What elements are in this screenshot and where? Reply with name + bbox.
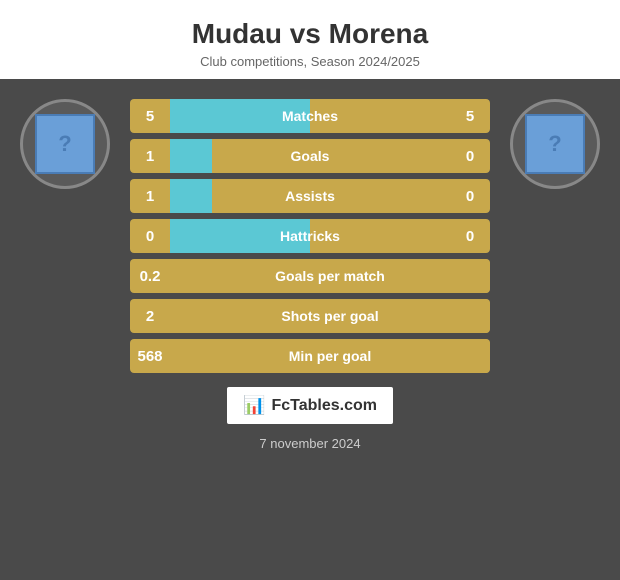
stat-bar-min_per_goal: Min per goal bbox=[170, 339, 490, 373]
right-player-icon: ? bbox=[525, 114, 585, 174]
stat-row-goals_per_match: 0.2 Goals per match bbox=[130, 259, 490, 293]
header: Mudau vs Morena Club competitions, Seaso… bbox=[0, 0, 620, 79]
stat-label-goals: Goals bbox=[170, 148, 450, 164]
stat-row-shots_per_goal: 2 Shots per goal bbox=[130, 299, 490, 333]
stat-left-shots_per_goal: 2 bbox=[130, 299, 170, 333]
stat-right-hattricks: 0 bbox=[450, 219, 490, 253]
stat-label-hattricks: Hattricks bbox=[170, 228, 450, 244]
stat-left-matches: 5 bbox=[130, 99, 170, 133]
stat-left-min_per_goal: 568 bbox=[130, 339, 170, 373]
stat-bar-hattricks: Hattricks bbox=[170, 219, 450, 253]
main-content: ? ? 5 Matches 5 1 Goals 0 bbox=[0, 79, 620, 580]
stat-label-matches: Matches bbox=[170, 108, 450, 124]
stat-left-goals_per_match: 0.2 bbox=[130, 259, 170, 293]
stat-label-goals_per_match: Goals per match bbox=[170, 268, 490, 284]
stat-row-matches: 5 Matches 5 bbox=[130, 99, 490, 133]
stat-bar-goals_per_match: Goals per match bbox=[170, 259, 490, 293]
stat-left-assists: 1 bbox=[130, 179, 170, 213]
stat-label-assists: Assists bbox=[170, 188, 450, 204]
stat-left-hattricks: 0 bbox=[130, 219, 170, 253]
date-text: 7 november 2024 bbox=[259, 436, 360, 451]
stat-left-goals: 1 bbox=[130, 139, 170, 173]
stat-label-min_per_goal: Min per goal bbox=[170, 348, 490, 364]
stat-bar-matches: Matches bbox=[170, 99, 450, 133]
right-player-avatar: ? bbox=[510, 99, 600, 189]
stat-row-hattricks: 0 Hattricks 0 bbox=[130, 219, 490, 253]
left-player-icon: ? bbox=[35, 114, 95, 174]
stat-right-assists: 0 bbox=[450, 179, 490, 213]
stat-right-goals: 0 bbox=[450, 139, 490, 173]
stat-row-min_per_goal: 568 Min per goal bbox=[130, 339, 490, 373]
match-subtitle: Club competitions, Season 2024/2025 bbox=[20, 54, 600, 69]
logo-icon: 📊 bbox=[243, 395, 265, 416]
logo-area: 📊 FcTables.com bbox=[227, 387, 393, 424]
stats-container: 5 Matches 5 1 Goals 0 1 bbox=[130, 99, 490, 373]
stat-label-shots_per_goal: Shots per goal bbox=[170, 308, 490, 324]
stat-row-goals: 1 Goals 0 bbox=[130, 139, 490, 173]
stat-bar-shots_per_goal: Shots per goal bbox=[170, 299, 490, 333]
logo-text: FcTables.com bbox=[271, 397, 377, 415]
stat-bar-goals: Goals bbox=[170, 139, 450, 173]
stat-row-assists: 1 Assists 0 bbox=[130, 179, 490, 213]
match-title: Mudau vs Morena bbox=[20, 18, 600, 50]
stat-bar-assists: Assists bbox=[170, 179, 450, 213]
left-player-avatar: ? bbox=[20, 99, 110, 189]
stat-right-matches: 5 bbox=[450, 99, 490, 133]
